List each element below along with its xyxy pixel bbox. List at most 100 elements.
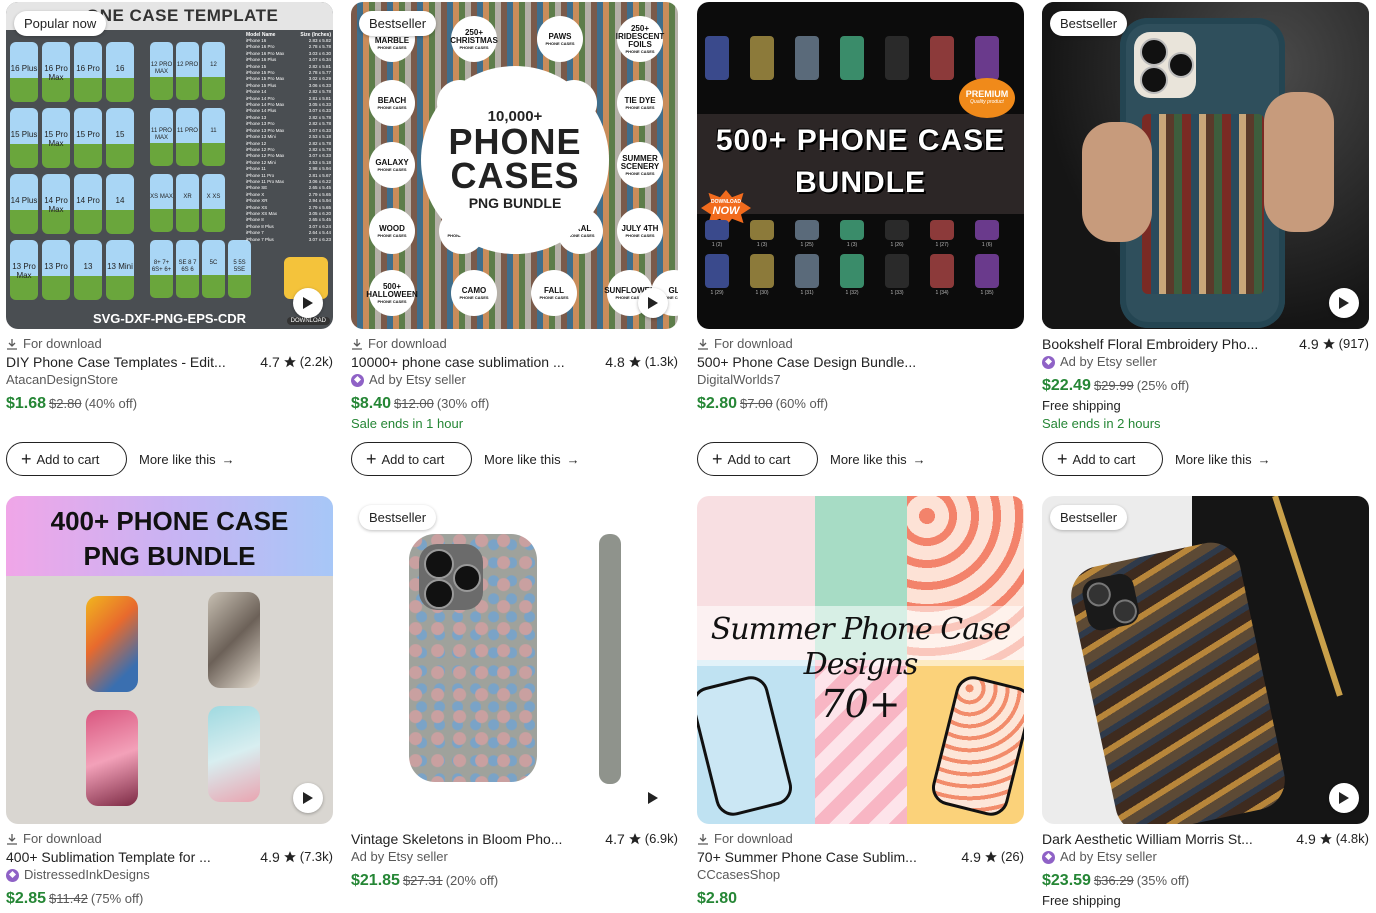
shop-name[interactable]: AtacanDesignStore [6, 371, 333, 389]
template-silhouette: 16 Plus [10, 42, 38, 102]
product-title[interactable]: 10000+ phone case sublimation ... [351, 353, 565, 371]
category-circle: GALAXY PHONE CASES [369, 142, 415, 188]
more-like-this-link[interactable]: More like this → [484, 452, 580, 467]
product-card[interactable]: Bestseller Bookshelf Floral Embroidery P… [1042, 2, 1369, 476]
case-thumbnail [930, 36, 954, 80]
product-title[interactable]: Vintage Skeletons in Bloom Pho... [351, 830, 562, 848]
product-image[interactable]: 500+ PHONE CASE BUNDLE PREMIUM Quality p… [697, 2, 1024, 329]
add-to-cart-label: Add to cart [1072, 451, 1136, 467]
star-icon [628, 356, 641, 368]
product-card[interactable]: 500+ PHONE CASE BUNDLE PREMIUM Quality p… [697, 2, 1024, 476]
play-button[interactable] [1329, 783, 1359, 813]
camera-lens [1140, 38, 1168, 66]
play-button[interactable] [638, 783, 668, 813]
meta-text: For download [23, 336, 102, 351]
case-thumbnail [885, 254, 909, 288]
discount: (20% off) [445, 873, 499, 888]
add-to-cart-button[interactable]: + Add to cart [697, 442, 818, 476]
shop-name[interactable]: CCcasesShop [697, 866, 1024, 884]
case-thumbnail [750, 220, 774, 240]
case-mockup [208, 592, 260, 688]
product-card[interactable]: Bestseller Dark Aesthetic William Morris… [1042, 496, 1369, 910]
template-silhouette: 8+ 7+ 6S+ 6+ [150, 240, 173, 298]
camera-module [419, 544, 483, 610]
rating: 4.9 (7.3k) [260, 848, 333, 866]
play-button[interactable] [638, 288, 668, 318]
price-line: $23.59 $36.29 (35% off) [1042, 870, 1369, 892]
product-card[interactable]: Summer Phone Case Designs 70+ For downlo… [697, 496, 1024, 910]
card-actions: + Add to cart More like this → [6, 442, 235, 476]
phone-case-photo [409, 534, 537, 782]
add-to-cart-button[interactable]: + Add to cart [6, 442, 127, 476]
product-title[interactable]: 70+ Summer Phone Case Sublim... [697, 848, 917, 866]
discount: (30% off) [436, 396, 490, 411]
sale-price: $21.85 [351, 872, 400, 889]
case-thumbnail [885, 220, 909, 240]
add-to-cart-button[interactable]: + Add to cart [1042, 442, 1163, 476]
case-thumbnail [840, 220, 864, 240]
product-title[interactable]: 500+ Phone Case Design Bundle... [697, 353, 916, 371]
image-formats: SVG-DXF-PNG-EPS-CDR [92, 311, 247, 326]
download-tag: DOWNLOAD [286, 317, 330, 325]
shop-name[interactable]: DigitalWorlds7 [697, 371, 1024, 389]
more-like-this-link[interactable]: More like this → [139, 452, 235, 467]
image-banner: 500+ PHONE CASE BUNDLE [697, 114, 1024, 214]
image-title-line2: PNG BUNDLE [83, 541, 256, 571]
product-title[interactable]: 400+ Sublimation Template for ... [6, 848, 211, 866]
rating-value: 4.7 [605, 831, 625, 847]
price-line: $21.85 $27.31 (20% off) [351, 870, 678, 892]
image-title-line2: CASES [450, 155, 580, 196]
rating-value: 4.7 [260, 354, 280, 370]
more-like-this-link[interactable]: More like this → [1175, 452, 1271, 467]
template-silhouette: XR [176, 174, 199, 232]
product-image[interactable]: Bestseller [1042, 496, 1369, 824]
camera-lens [453, 564, 481, 592]
original-price: $11.42 [49, 891, 88, 906]
case-row-bottom: 1 (29) 1 (30) 1 (31) 1 (32) 1 (33) 1 (34) 1 (3… [705, 254, 1017, 300]
download-icon [698, 834, 708, 845]
product-title[interactable]: DIY Phone Case Templates - Edit... [6, 353, 226, 371]
product-card[interactable]: 300+ MARBLEPHONE CASES250+ CHRISTMASPHON… [351, 2, 678, 476]
play-button[interactable] [293, 288, 323, 318]
product-card[interactable]: 400+ PHONE CASE PNG BUNDLE For download … [6, 496, 333, 910]
original-price: $12.00 [394, 396, 434, 411]
product-card[interactable]: ONE CASE TEMPLATE 16 Plus 16 Pro Max 16 Pr… [6, 2, 333, 476]
case-thumbnail [750, 36, 774, 80]
image-title-line1: PHONE [448, 121, 582, 162]
case-label: 1 (34) [935, 290, 949, 296]
play-icon [1339, 297, 1349, 309]
product-card[interactable]: Bestseller Vintage Skeletons in Bloom Ph… [351, 496, 678, 892]
download-icon [698, 339, 708, 350]
play-button[interactable] [1329, 288, 1359, 318]
add-to-cart-button[interactable]: + Add to cart [351, 442, 472, 476]
template-silhouette: 13 Mini [106, 240, 134, 300]
case-thumbnail [795, 254, 819, 288]
product-image[interactable]: ONE CASE TEMPLATE 16 Plus 16 Pro Max 16 Pr… [6, 2, 333, 329]
category-circle: 250+ CHRISTMAS PHONE CASES [450, 16, 498, 62]
image-title: Summer Phone Case Designs [710, 612, 1012, 682]
template-silhouette: 14 [106, 174, 134, 234]
card-actions: + Add to cart More like this → [1042, 442, 1271, 476]
download-icon [7, 834, 17, 845]
product-image[interactable]: Bestseller [351, 496, 678, 824]
product-image[interactable]: Summer Phone Case Designs 70+ [697, 496, 1024, 824]
case-thumbnail [750, 254, 774, 288]
case-thumbnail [930, 254, 954, 288]
play-button[interactable] [293, 783, 323, 813]
price-line: $22.49 $29.99 (25% off) [1042, 375, 1369, 397]
more-like-this-link[interactable]: More like this → [830, 452, 926, 467]
product-title[interactable]: Dark Aesthetic William Morris St... [1042, 830, 1253, 848]
add-to-cart-label: Add to cart [36, 451, 100, 467]
rating-value: 4.9 [961, 849, 981, 865]
case-label: 1 (29) [710, 290, 724, 296]
review-count: (917) [1338, 336, 1369, 351]
product-image[interactable]: Bestseller [1042, 2, 1369, 329]
price-line: $8.40 $12.00 (30% off) [351, 393, 678, 415]
shop-name[interactable]: DistressedInkDesigns [6, 866, 333, 884]
download-meta: For download [6, 335, 333, 353]
product-image[interactable]: 300+ MARBLEPHONE CASES250+ CHRISTMASPHON… [351, 2, 678, 329]
product-image[interactable]: 400+ PHONE CASE PNG BUNDLE [6, 496, 333, 824]
camera-lens [1084, 580, 1114, 609]
product-title[interactable]: Bookshelf Floral Embroidery Pho... [1042, 335, 1258, 353]
free-shipping: Free shipping [1042, 893, 1121, 908]
